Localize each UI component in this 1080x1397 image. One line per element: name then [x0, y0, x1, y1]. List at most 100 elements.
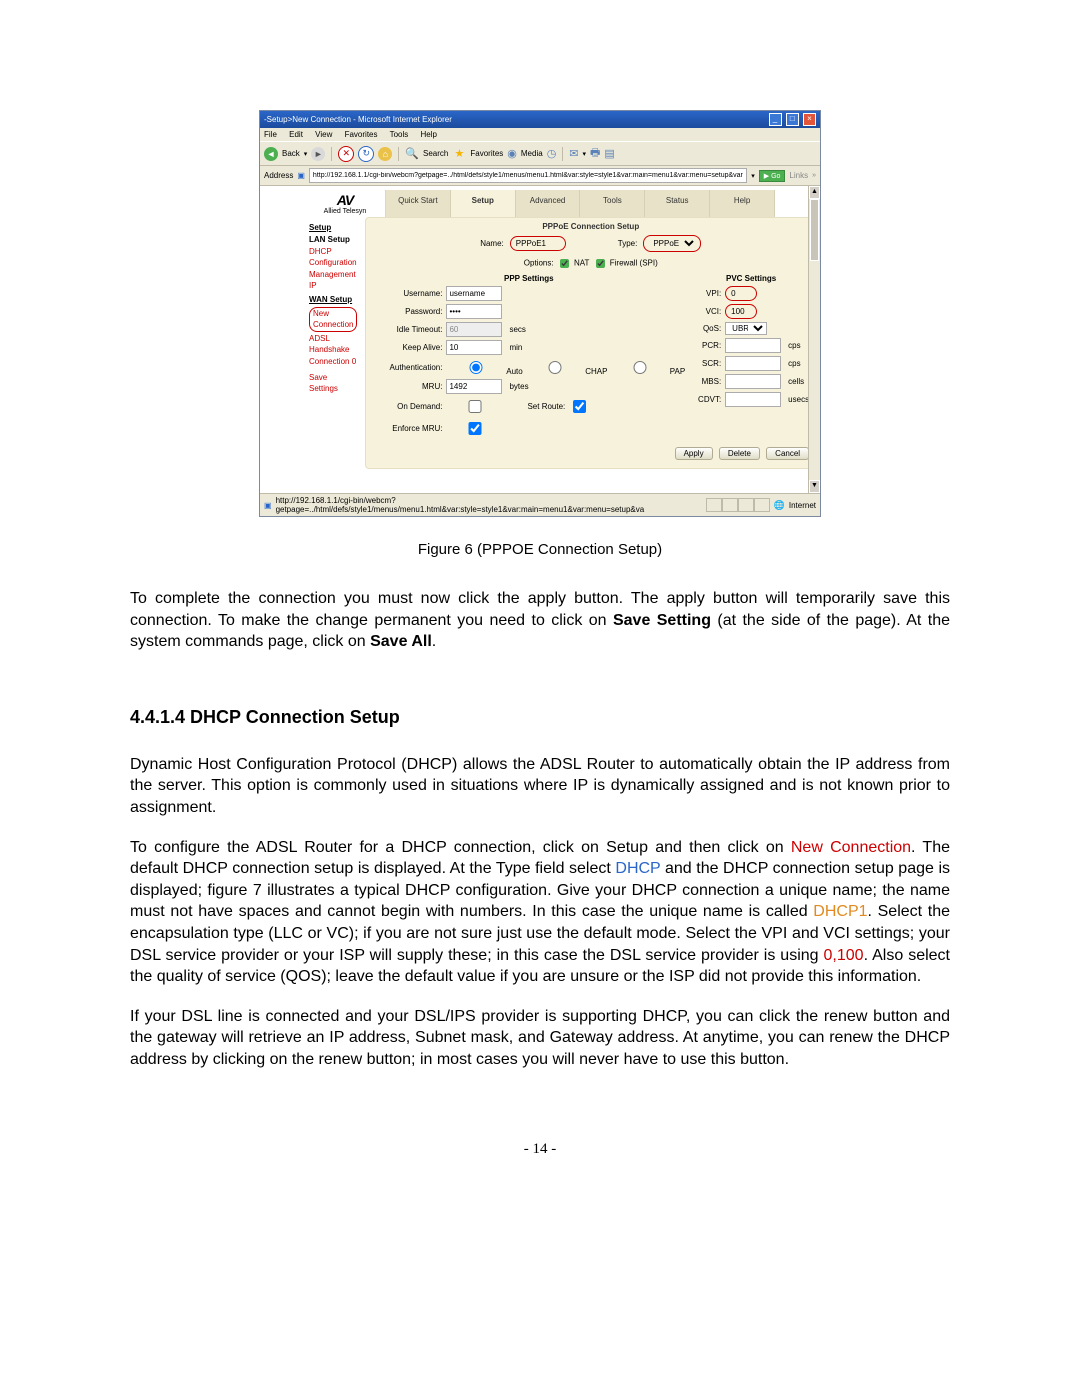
type-select[interactable]: PPPoE [647, 237, 697, 250]
qos-select[interactable]: UBR [725, 322, 767, 335]
cdvt-input[interactable] [725, 392, 781, 407]
status-cells [706, 498, 770, 512]
favorites-icon[interactable]: ★ [452, 147, 466, 161]
idle-label: Idle Timeout: [372, 325, 442, 334]
media-icon[interactable]: ◉ [507, 147, 517, 160]
type-label: Type: [618, 239, 638, 248]
brand-logo: AV Allied Telesyn [305, 190, 386, 217]
ondemand-checkbox[interactable] [450, 400, 500, 413]
page-icon: ▣ [297, 171, 305, 180]
sidebar-item-adsl[interactable]: ADSL Handshake [309, 334, 357, 355]
connection-panel: PPPoE Connection Setup Name: Type: PPPoE [365, 217, 816, 469]
history-icon[interactable]: ◷ [547, 147, 557, 160]
maximize-icon[interactable]: □ [786, 113, 799, 126]
close-icon[interactable]: × [803, 113, 816, 126]
mail-icon[interactable]: ✉ [569, 147, 578, 160]
mbs-label: MBS: [693, 377, 721, 386]
menu-favorites[interactable]: Favorites [345, 130, 378, 139]
tab-tools[interactable]: Tools [580, 190, 645, 217]
cancel-button[interactable]: Cancel [766, 447, 809, 460]
back-icon[interactable]: ◄ [264, 147, 278, 161]
screenshot-window: -Setup>New Connection - Microsoft Intern… [259, 110, 821, 517]
sidebar-item-conn0[interactable]: Connection 0 [309, 357, 357, 367]
sidebar-item-new-connection[interactable]: New Connection [309, 307, 357, 332]
vci-input[interactable] [729, 306, 753, 317]
home-icon[interactable]: ⌂ [378, 147, 392, 161]
print-icon[interactable]: 🖶 [590, 144, 600, 163]
mru-suffix: bytes [509, 382, 528, 391]
window-title: -Setup>New Connection - Microsoft Intern… [264, 115, 452, 124]
menu-file[interactable]: File [264, 130, 277, 139]
auth-chap-radio[interactable] [530, 361, 580, 374]
search-icon[interactable]: 🔍 [405, 147, 419, 160]
paragraph-dhcp-config: To configure the ADSL Router for a DHCP … [130, 837, 950, 988]
tab-advanced[interactable]: Advanced [516, 190, 581, 217]
keep-label: Keep Alive: [372, 343, 442, 352]
paragraph-renew: If your DSL line is connected and your D… [130, 1006, 950, 1071]
vci-label: VCI: [693, 307, 721, 316]
firewall-checkbox[interactable] [596, 259, 605, 268]
stop-icon[interactable]: ✕ [338, 146, 354, 162]
tab-quick-start[interactable]: Quick Start [386, 190, 451, 217]
scroll-thumb[interactable] [810, 199, 819, 261]
scroll-up-icon[interactable]: ▲ [809, 186, 820, 199]
name-label: Name: [480, 239, 504, 248]
tab-help[interactable]: Help [710, 190, 775, 217]
auth-label: Authentication: [372, 363, 442, 372]
vertical-scrollbar[interactable]: ▲ ▼ [808, 186, 820, 493]
keep-input[interactable] [446, 340, 502, 355]
mbs-input[interactable] [725, 374, 781, 389]
pcr-input[interactable] [725, 338, 781, 353]
edit-icon[interactable]: ▤ [604, 147, 614, 160]
minimize-icon[interactable]: _ [769, 113, 782, 126]
search-label[interactable]: Search [423, 149, 448, 158]
sidebar: Setup LAN Setup DHCP Configuration Manag… [305, 217, 361, 469]
menu-view[interactable]: View [315, 130, 332, 139]
qos-label: QoS: [693, 324, 721, 333]
menu-edit[interactable]: Edit [289, 130, 303, 139]
options-label: Options: [524, 259, 554, 268]
apply-button[interactable]: Apply [675, 447, 713, 460]
media-label[interactable]: Media [521, 149, 543, 158]
go-button[interactable]: ▶ Go [759, 170, 786, 182]
sidebar-item-save-settings[interactable]: Save Settings [309, 373, 357, 394]
address-bar: Address ▣ ▾ ▶ Go Links » [260, 166, 820, 186]
forward-icon[interactable]: ► [311, 147, 325, 161]
delete-button[interactable]: Delete [719, 447, 760, 460]
menu-help[interactable]: Help [421, 130, 437, 139]
sidebar-item-dhcp[interactable]: DHCP Configuration [309, 247, 357, 268]
back-label[interactable]: Back [282, 149, 300, 158]
menubar: File Edit View Favorites Tools Help [260, 128, 820, 141]
address-input[interactable] [309, 168, 747, 183]
nat-checkbox[interactable] [560, 259, 569, 268]
page-number: - 14 - [130, 1141, 950, 1158]
section-heading: 4.4.1.4 DHCP Connection Setup [130, 707, 950, 728]
enforce-checkbox[interactable] [450, 422, 500, 435]
mru-input[interactable] [446, 379, 502, 394]
scroll-down-icon[interactable]: ▼ [809, 480, 820, 493]
address-label: Address [264, 171, 293, 180]
username-input[interactable] [446, 286, 502, 301]
scr-input[interactable] [725, 356, 781, 371]
favorites-label[interactable]: Favorites [470, 149, 503, 158]
sidebar-item-mgmt-ip[interactable]: Management IP [309, 270, 357, 291]
auth-pap-radio[interactable] [615, 361, 665, 374]
ondemand-label: On Demand: [372, 402, 442, 411]
idle-suffix: secs [509, 325, 525, 334]
password-input[interactable] [446, 304, 502, 319]
setroute-label: Set Route: [527, 402, 565, 411]
vpi-input[interactable] [729, 288, 753, 299]
refresh-icon[interactable]: ↻ [358, 146, 374, 162]
links-label[interactable]: Links [789, 171, 808, 180]
nat-label: NAT [574, 259, 589, 268]
paragraph-apply: To complete the connection you must now … [130, 588, 950, 653]
paragraph-dhcp-intro: Dynamic Host Configuration Protocol (DHC… [130, 754, 950, 819]
mru-label: MRU: [372, 382, 442, 391]
menu-tools[interactable]: Tools [390, 130, 409, 139]
tab-status[interactable]: Status [645, 190, 710, 217]
tab-setup[interactable]: Setup [451, 190, 516, 217]
name-input[interactable] [514, 238, 562, 249]
toolbar: ◄ Back ▾ ► ✕ ↻ ⌂ 🔍 Search ★ Favorites ◉ … [260, 141, 820, 166]
setroute-checkbox[interactable] [573, 400, 586, 413]
auth-auto-radio[interactable] [451, 361, 501, 374]
